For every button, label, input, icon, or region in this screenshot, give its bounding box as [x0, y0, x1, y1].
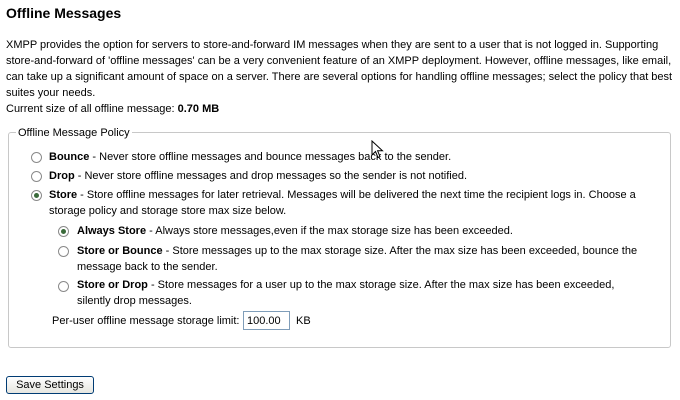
- always-store-desc: - Always store messages,even if the max …: [146, 225, 513, 237]
- storage-limit-label: Per-user offline message storage limit:: [52, 315, 240, 327]
- bounce-option-desc: - Never store offline messages and bounc…: [89, 151, 452, 163]
- page-title: Offline Messages: [6, 5, 122, 21]
- current-size-row: Current size of all offline message: 0.7…: [6, 101, 219, 117]
- intro-text: XMPP provides the option for servers to …: [6, 39, 673, 99]
- store-or-bounce-radio[interactable]: [58, 246, 69, 257]
- store-radio[interactable]: [31, 190, 42, 201]
- policy-legend: Offline Message Policy: [16, 125, 132, 141]
- storage-limit-unit: KB: [296, 315, 311, 327]
- drop-option-label: Drop: [49, 170, 75, 182]
- store-option-text: Store - Store offline messages for later…: [49, 187, 667, 219]
- store-or-drop-option-text: Store or Drop - Store messages for a use…: [77, 277, 647, 309]
- bounce-option-text: Bounce - Never store offline messages an…: [49, 149, 669, 165]
- current-size-value: 0.70 MB: [177, 103, 220, 115]
- store-or-drop-radio[interactable]: [58, 281, 69, 292]
- always-store-option-text: Always Store - Always store messages,eve…: [77, 223, 667, 239]
- drop-radio[interactable]: [31, 171, 42, 182]
- save-settings-button[interactable]: Save Settings: [6, 376, 94, 394]
- bounce-option-label: Bounce: [49, 151, 90, 163]
- store-or-drop-desc: - Store messages for a user up to the ma…: [77, 279, 615, 307]
- current-size-label: Current size of all offline message:: [6, 103, 178, 115]
- store-or-bounce-option-text: Store or Bounce - Store messages up to t…: [77, 243, 667, 275]
- store-option-desc: - Store offline messages for later retri…: [49, 189, 636, 217]
- bounce-radio[interactable]: [31, 152, 42, 163]
- store-option-label: Store: [49, 189, 78, 201]
- mouse-cursor-icon: [371, 140, 384, 159]
- always-store-label: Always Store: [77, 225, 147, 237]
- store-or-drop-label: Store or Drop: [77, 279, 148, 291]
- drop-option-text: Drop - Never store offline messages and …: [49, 168, 669, 184]
- always-store-radio[interactable]: [58, 226, 69, 237]
- store-or-bounce-label: Store or Bounce: [77, 245, 163, 257]
- storage-limit-input[interactable]: [243, 311, 290, 330]
- drop-option-desc: - Never store offline messages and drop …: [74, 170, 468, 182]
